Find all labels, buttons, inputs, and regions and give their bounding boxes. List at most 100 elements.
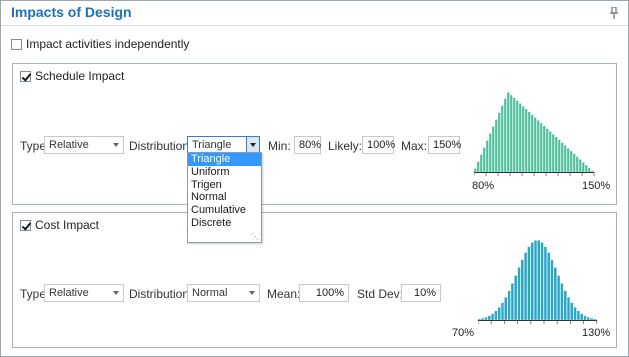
cost-stddev-input[interactable]: 10% (401, 284, 441, 302)
histogram-bar (533, 117, 537, 173)
histogram-bar (485, 140, 489, 173)
chevron-down-icon (113, 143, 119, 147)
histogram-bar (590, 170, 594, 173)
histogram-bar (530, 114, 534, 173)
schedule-max-input[interactable]: 150% (428, 136, 461, 154)
cost-type-select[interactable]: Relative (44, 284, 124, 302)
histogram-bar (520, 259, 524, 321)
schedule-checkbox[interactable] (20, 70, 31, 82)
histogram-bar (487, 315, 491, 321)
cost-checkbox[interactable] (20, 219, 31, 231)
panel-header: Impacts of Design (1, 1, 628, 26)
histogram-bar (586, 317, 590, 321)
histogram-bar (563, 290, 567, 321)
schedule-checkbox-row[interactable]: Schedule Impact (20, 69, 124, 83)
histogram-bar (481, 318, 485, 321)
histogram-bar (539, 122, 543, 173)
independent-checkbox-row[interactable]: Impact activities independently (11, 37, 189, 51)
schedule-axis-max: 150% (582, 180, 611, 192)
histogram-bar (545, 128, 549, 173)
dropdown-option[interactable]: Normal (188, 191, 261, 204)
histogram-bar (530, 242, 534, 321)
schedule-histogram (474, 92, 595, 176)
histogram-bar (484, 317, 488, 321)
histogram-bar (554, 136, 558, 173)
cost-mean-input[interactable]: 100% (299, 284, 349, 302)
resize-grip-icon[interactable]: ⋱ (251, 232, 259, 241)
independent-label: Impact activities independently (26, 37, 190, 51)
histogram-bar (512, 97, 516, 173)
histogram-bar (587, 167, 591, 173)
histogram-bar (497, 112, 501, 173)
histogram-bar (524, 108, 528, 173)
histogram-bar (510, 283, 514, 321)
cost-axis-max: 130% (582, 327, 611, 339)
histogram-bar (572, 153, 576, 173)
histogram-bar (515, 100, 519, 173)
histogram-bar (527, 111, 531, 173)
histogram-bar (583, 315, 587, 321)
schedule-likely-input[interactable]: 100% (362, 136, 395, 154)
histogram-bar (590, 318, 594, 321)
histogram-bar (500, 302, 505, 321)
histogram-bar (573, 307, 577, 321)
histogram-bar (476, 161, 480, 173)
cost-distribution-value: Normal (192, 287, 228, 299)
histogram-bar (557, 139, 561, 173)
schedule-max-label: Max: (401, 139, 428, 153)
pin-icon[interactable] (610, 7, 618, 19)
histogram-bar (537, 240, 541, 321)
distribution-dropdown-list[interactable]: Triangle Uniform Trigen Normal Cumulative Dis… (187, 152, 262, 243)
histogram-bar (593, 318, 597, 321)
cost-label: Cost Impact (35, 218, 100, 232)
histogram-bar (548, 131, 552, 173)
histogram-bar (557, 275, 561, 321)
panel-title: Impacts of Design (11, 4, 132, 20)
cost-distribution-label: Distribution: (129, 287, 193, 301)
histogram-bar (514, 275, 518, 321)
histogram-bar (580, 313, 584, 321)
schedule-type-select[interactable]: Relative (44, 136, 124, 154)
histogram-bar (521, 106, 525, 173)
dropdown-option[interactable]: Triangle (188, 153, 261, 166)
independent-checkbox[interactable] (11, 38, 22, 50)
cost-stddev-label: Std Dev: (357, 287, 404, 301)
schedule-min-input[interactable]: 80% (294, 136, 321, 154)
cost-mean-label: Mean: (267, 287, 301, 301)
dropdown-option[interactable]: Discrete (188, 217, 261, 230)
histogram-bar (581, 162, 585, 173)
histogram-bar (474, 168, 477, 173)
schedule-likely-label: Likely: (328, 139, 363, 153)
histogram-bar (560, 142, 564, 173)
histogram-bar (506, 92, 510, 173)
histogram-bar (566, 297, 571, 321)
histogram-bar (543, 246, 547, 321)
histogram-bar (542, 125, 546, 173)
schedule-distribution-value: Triangle (192, 139, 232, 151)
histogram-bar (517, 267, 521, 321)
schedule-label: Schedule Impact (35, 69, 125, 83)
histogram-bar (540, 242, 544, 321)
histogram-bar (518, 103, 522, 173)
histogram-bar (569, 150, 573, 173)
histogram-bar (566, 148, 570, 173)
chevron-down-icon (113, 291, 119, 295)
chevron-down-icon (249, 291, 255, 295)
dropdown-button-icon[interactable] (246, 137, 259, 153)
dropdown-option[interactable]: Cumulative (188, 204, 261, 217)
schedule-axis-min: 80% (472, 180, 495, 192)
cost-type-value: Relative (49, 287, 89, 299)
histogram-bar (553, 267, 557, 321)
dropdown-option[interactable]: Trigen (188, 179, 261, 192)
cost-checkbox-row[interactable]: Cost Impact (20, 218, 99, 232)
cost-distribution-select[interactable]: Normal (187, 284, 260, 302)
histogram-bar (503, 98, 507, 173)
dropdown-option[interactable]: Uniform (188, 166, 261, 179)
histogram-bar (497, 307, 501, 321)
histogram-bar (478, 318, 481, 321)
histogram-bar (509, 94, 513, 173)
histogram-bar (491, 313, 495, 321)
histogram-bar (551, 134, 555, 173)
histogram-bar (550, 259, 554, 321)
schedule-type-value: Relative (49, 139, 89, 151)
